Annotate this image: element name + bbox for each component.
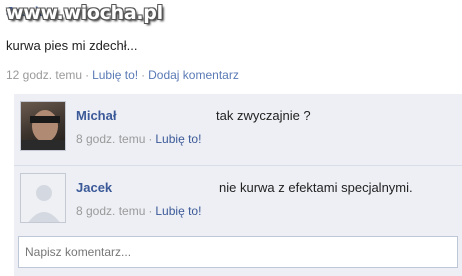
user-photo-icon[interactable]: [20, 101, 66, 151]
comment-input[interactable]: [19, 237, 457, 267]
comments-section: Michał tak zwyczajnie ? 8 godz. temu · Lub…: [14, 94, 462, 276]
separator: ·: [148, 204, 153, 218]
post-text: kurwa pies mi zdechł...: [6, 38, 138, 53]
like-link[interactable]: Lubię to!: [92, 68, 138, 82]
post-timestamp[interactable]: 12 godz. temu: [6, 68, 82, 82]
comment-text: tak zwyczajnie ?: [216, 108, 311, 123]
like-link[interactable]: Lubię to!: [155, 132, 201, 146]
comment-text: nie kurwa z efektami specjalnymi.: [219, 180, 413, 195]
comment-input-box[interactable]: [18, 236, 458, 268]
post-meta: 12 godz. temu · Lubię to! · Dodaj komentarz: [6, 68, 239, 82]
default-avatar-icon[interactable]: [20, 173, 66, 223]
comment-author[interactable]: Michał: [76, 108, 116, 123]
comment: Michał tak zwyczajnie ? 8 godz. temu · Lub…: [14, 94, 462, 166]
watermark-logo: www.wiocha.pl: [6, 2, 163, 24]
comment-meta: 8 godz. temu · Lubię to!: [76, 132, 201, 146]
comment-timestamp[interactable]: 8 godz. temu: [76, 132, 145, 146]
comment-meta: 8 godz. temu · Lubię to!: [76, 204, 201, 218]
separator: ·: [148, 132, 153, 146]
add-comment-link[interactable]: Dodaj komentarz: [148, 68, 239, 82]
like-link[interactable]: Lubię to!: [155, 204, 201, 218]
separator: ·: [85, 68, 90, 82]
comment: Jacek nie kurwa z efektami specjalnymi. …: [14, 166, 462, 238]
comment-timestamp[interactable]: 8 godz. temu: [76, 204, 145, 218]
comment-author[interactable]: Jacek: [76, 180, 112, 195]
separator: ·: [141, 68, 146, 82]
